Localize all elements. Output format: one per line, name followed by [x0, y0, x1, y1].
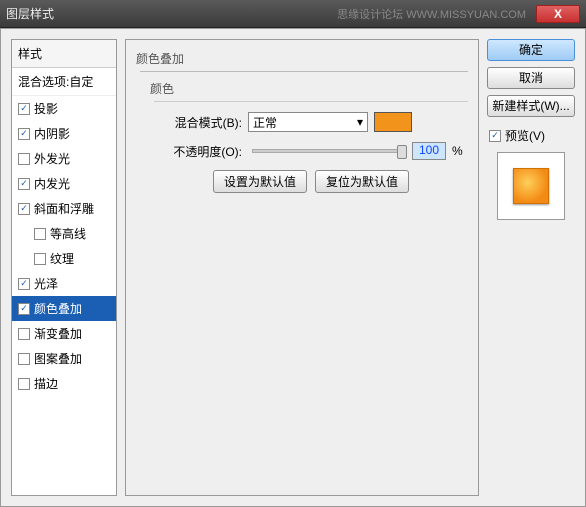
group-title: 颜色叠加 [136, 50, 468, 67]
blend-mode-label: 混合模式(B): [164, 114, 242, 131]
style-item-4[interactable]: 斜面和浮雕 [12, 196, 116, 221]
style-checkbox[interactable] [18, 378, 30, 390]
style-label: 纹理 [50, 250, 74, 267]
style-item-8[interactable]: 颜色叠加 [12, 296, 116, 321]
style-label: 图案叠加 [34, 350, 82, 367]
watermark-text: 思缘设计论坛 WWW.MISSYUAN.COM [337, 6, 526, 22]
style-label: 内发光 [34, 175, 70, 192]
style-item-10[interactable]: 图案叠加 [12, 346, 116, 371]
style-checkbox[interactable] [18, 303, 30, 315]
styles-header[interactable]: 样式 [12, 40, 116, 68]
style-item-11[interactable]: 描边 [12, 371, 116, 396]
style-checkbox[interactable] [18, 103, 30, 115]
style-checkbox[interactable] [18, 178, 30, 190]
opacity-input[interactable]: 100 [412, 142, 446, 160]
preview-box [497, 152, 565, 220]
style-label: 投影 [34, 100, 58, 117]
dialog-body: 样式 混合选项:自定 投影内阴影外发光内发光斜面和浮雕等高线纹理光泽颜色叠加渐变… [0, 28, 586, 507]
style-checkbox[interactable] [18, 153, 30, 165]
opacity-slider[interactable] [252, 149, 402, 153]
style-checkbox[interactable] [34, 253, 46, 265]
reset-default-button[interactable]: 复位为默认值 [315, 170, 409, 193]
style-list: 投影内阴影外发光内发光斜面和浮雕等高线纹理光泽颜色叠加渐变叠加图案叠加描边 [12, 96, 116, 495]
style-item-7[interactable]: 光泽 [12, 271, 116, 296]
action-panel: 确定 取消 新建样式(W)... 预览(V) [487, 39, 575, 496]
opacity-label: 不透明度(O): [164, 143, 242, 160]
style-label: 斜面和浮雕 [34, 200, 94, 217]
style-label: 外发光 [34, 150, 70, 167]
blend-mode-row: 混合模式(B): 正常 ▾ [154, 112, 468, 132]
cancel-button[interactable]: 取消 [487, 67, 575, 89]
style-checkbox[interactable] [18, 278, 30, 290]
default-buttons-row: 设置为默认值 复位为默认值 [154, 170, 468, 193]
new-style-button[interactable]: 新建样式(W)... [487, 95, 575, 117]
ok-button[interactable]: 确定 [487, 39, 575, 61]
style-checkbox[interactable] [18, 328, 30, 340]
style-item-3[interactable]: 内发光 [12, 171, 116, 196]
style-item-9[interactable]: 渐变叠加 [12, 321, 116, 346]
color-swatch[interactable] [374, 112, 412, 132]
preview-swatch [513, 168, 549, 204]
style-label: 描边 [34, 375, 58, 392]
chevron-down-icon: ▾ [357, 115, 363, 129]
color-group: 混合模式(B): 正常 ▾ 不透明度(O): 100 % 设置为默认值 复位为默… [154, 101, 468, 193]
style-checkbox[interactable] [18, 128, 30, 140]
style-label: 内阴影 [34, 125, 70, 142]
set-default-button[interactable]: 设置为默认值 [213, 170, 307, 193]
style-item-2[interactable]: 外发光 [12, 146, 116, 171]
styles-panel: 样式 混合选项:自定 投影内阴影外发光内发光斜面和浮雕等高线纹理光泽颜色叠加渐变… [11, 39, 117, 496]
settings-panel: 颜色叠加 颜色 混合模式(B): 正常 ▾ 不透明度(O): 100 % 设置为… [125, 39, 479, 496]
style-checkbox[interactable] [34, 228, 46, 240]
preview-checkbox[interactable] [489, 130, 501, 142]
style-label: 渐变叠加 [34, 325, 82, 342]
sub-group-title: 颜色 [150, 80, 468, 97]
blend-mode-select[interactable]: 正常 ▾ [248, 112, 368, 132]
style-item-0[interactable]: 投影 [12, 96, 116, 121]
close-button[interactable]: X [536, 5, 580, 23]
style-checkbox[interactable] [18, 203, 30, 215]
style-label: 等高线 [50, 225, 86, 242]
color-overlay-group: 颜色 混合模式(B): 正常 ▾ 不透明度(O): 100 % 设置为默认值 复… [140, 71, 468, 193]
opacity-unit: % [452, 144, 463, 158]
style-label: 颜色叠加 [34, 300, 82, 317]
opacity-row: 不透明度(O): 100 % [154, 142, 468, 160]
slider-thumb[interactable] [397, 145, 407, 159]
style-item-6[interactable]: 纹理 [12, 246, 116, 271]
close-icon: X [554, 7, 562, 21]
style-checkbox[interactable] [18, 353, 30, 365]
window-title: 图层样式 [6, 5, 337, 22]
style-item-1[interactable]: 内阴影 [12, 121, 116, 146]
preview-label: 预览(V) [505, 127, 545, 144]
preview-toggle-row: 预览(V) [487, 127, 575, 144]
title-bar: 图层样式 思缘设计论坛 WWW.MISSYUAN.COM X [0, 0, 586, 28]
blend-mode-value: 正常 [253, 114, 277, 131]
blend-options-item[interactable]: 混合选项:自定 [12, 68, 116, 96]
style-label: 光泽 [34, 275, 58, 292]
style-item-5[interactable]: 等高线 [12, 221, 116, 246]
